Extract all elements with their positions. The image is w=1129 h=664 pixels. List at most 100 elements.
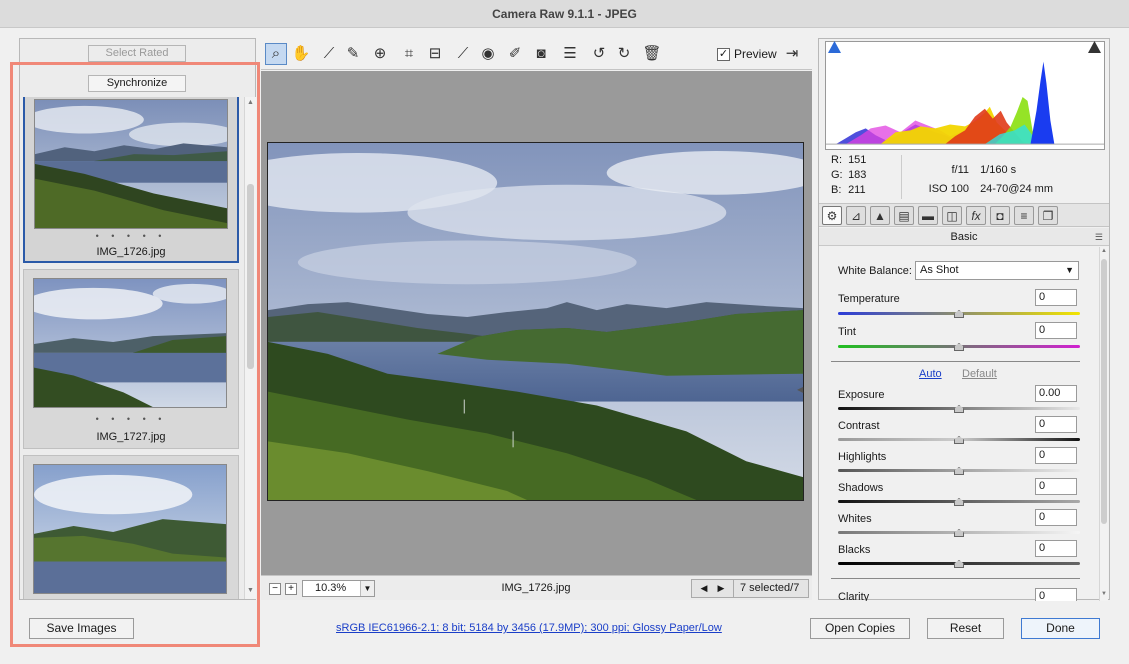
previous-image-icon[interactable]: ◀ — [696, 580, 712, 597]
effects-tab-icon[interactable]: fx — [966, 206, 986, 225]
zoom-in-button[interactable]: + — [285, 583, 297, 595]
thumbnail-filename: IMG_1727.jpg — [96, 431, 166, 443]
lens: 24-70@24 mm — [980, 183, 1053, 195]
reset-button[interactable]: Reset — [927, 618, 1004, 639]
save-images-button[interactable]: Save Images — [29, 618, 134, 639]
aperture: f/11 — [951, 164, 969, 176]
canvas-resize-arrow-icon[interactable]: ◀ — [797, 385, 803, 394]
exposure-input[interactable]: 0.00 — [1035, 385, 1077, 402]
filmstrip-scrollbar[interactable]: ▲ ▼ — [244, 97, 256, 599]
adjustment-brush-icon[interactable]: ✐ — [504, 43, 526, 65]
tone-curve-tab-icon[interactable]: ⊿ — [846, 206, 866, 225]
exif-info: f/11 1/160 s ISO 100 24-70@24 mm — [917, 161, 1053, 199]
zoom-out-button[interactable]: − — [269, 583, 281, 595]
detail-tab-icon[interactable]: ▲ — [870, 206, 890, 225]
current-filename: IMG_1726.jpg — [501, 582, 571, 594]
chevron-down-icon[interactable]: ▼ — [360, 581, 374, 596]
r-value: 151 — [848, 154, 867, 166]
readout-divider — [901, 155, 902, 199]
split-toning-tab-icon[interactable]: ▬ — [918, 206, 938, 225]
blacks-input[interactable]: 0 — [1035, 540, 1077, 557]
target-adjust-icon[interactable]: ⊕ — [369, 43, 391, 65]
rating-stars[interactable]: • • • • • — [24, 414, 238, 424]
iso: ISO 100 — [928, 183, 969, 195]
main-preview-image — [267, 142, 804, 501]
g-label: G: — [831, 169, 843, 181]
clarity-label: Clarity — [838, 591, 870, 601]
scroll-down-arrow-icon[interactable]: ▼ — [1101, 591, 1107, 597]
eyedropper-icon[interactable]: ⟋ — [318, 43, 340, 65]
zoom-icon[interactable]: ⌕ — [265, 43, 287, 65]
blacks-label: Blacks — [838, 544, 871, 556]
next-image-icon[interactable]: ▶ — [713, 580, 729, 597]
scroll-down-arrow-icon[interactable]: ▼ — [247, 587, 254, 594]
tint-input[interactable]: 0 — [1035, 322, 1077, 339]
spot-removal-icon[interactable]: ⟋ — [452, 43, 474, 65]
hsl-tab-icon[interactable]: ▤ — [894, 206, 914, 225]
scrollbar-thumb[interactable] — [247, 184, 254, 369]
status-bar: − + 10.3% ▼ IMG_1726.jpg ◀ ▶ 7 selected/… — [261, 575, 812, 600]
contrast-input[interactable]: 0 — [1035, 416, 1077, 433]
zoom-level-value: 10.3% — [315, 582, 347, 594]
straighten-icon[interactable]: ⊟ — [424, 43, 446, 65]
graduated-filter-icon[interactable]: ◙ — [530, 43, 552, 65]
tool-bar: ⌕ ✋ ⟋ ✎ ⊕ ⌗ ⊟ ⟋ ◉ ✐ ◙ ☰ ↺ ↻ 🗑 ✓ Preview … — [261, 38, 812, 70]
preferences-icon[interactable]: ☰ — [559, 43, 581, 65]
white-balance-value: As Shot — [920, 264, 959, 276]
auto-link[interactable]: Auto — [919, 368, 942, 380]
rotate-left-icon[interactable]: ↺ — [588, 43, 610, 65]
tint-label: Tint — [838, 326, 856, 338]
scrollbar-thumb[interactable] — [1101, 259, 1107, 524]
selected-count: 7 selected/7 — [733, 580, 799, 597]
rgb-readout: R: 151 G: 183 B: 211 — [831, 153, 866, 198]
done-button[interactable]: Done — [1021, 618, 1100, 639]
filmstrip-item-img-1726[interactable]: • • • • • IMG_1726.jpg — [23, 97, 239, 263]
preview-checkbox[interactable]: ✓ — [717, 47, 730, 61]
synchronize-button[interactable]: Synchronize — [88, 75, 186, 92]
panel-menu-icon[interactable]: ☰ — [1095, 228, 1103, 246]
select-rated-button[interactable]: Select Rated — [88, 45, 186, 62]
temperature-label: Temperature — [838, 293, 900, 305]
whites-input[interactable]: 0 — [1035, 509, 1077, 526]
trash-icon[interactable]: 🗑 — [641, 43, 663, 65]
default-link[interactable]: Default — [962, 368, 997, 380]
rotate-right-icon[interactable]: ↻ — [613, 43, 635, 65]
scroll-up-arrow-icon[interactable]: ▲ — [1101, 248, 1107, 254]
camera-calibration-tab-icon[interactable]: ◘ — [990, 206, 1010, 225]
r-label: R: — [831, 154, 842, 166]
scroll-up-arrow-icon[interactable]: ▲ — [247, 99, 254, 106]
panel-scrollbar[interactable]: ▲ ▼ — [1099, 247, 1108, 601]
shadows-input[interactable]: 0 — [1035, 478, 1077, 495]
window-title: Camera Raw 9.1.1 - JPEG — [0, 0, 1129, 28]
snapshots-tab-icon[interactable]: ❐ — [1038, 206, 1058, 225]
red-eye-icon[interactable]: ◉ — [477, 43, 499, 65]
histogram — [825, 41, 1105, 150]
presets-tab-icon[interactable]: ≡ — [1014, 206, 1034, 225]
g-value: 183 — [848, 169, 867, 181]
white-balance-select[interactable]: As Shot ▼ — [915, 261, 1079, 280]
temperature-input[interactable]: 0 — [1035, 289, 1077, 306]
rating-stars[interactable]: • • • • • — [25, 231, 237, 241]
highlights-input[interactable]: 0 — [1035, 447, 1077, 464]
workflow-options-link[interactable]: sRGB IEC61966-2.1; 8 bit; 5184 by 3456 (… — [336, 622, 722, 634]
hand-icon[interactable]: ✋ — [290, 43, 312, 65]
whites-label: Whites — [838, 513, 872, 525]
filmstrip-item-img-1727[interactable]: • • • • • IMG_1727.jpg — [23, 269, 239, 449]
b-label: B: — [831, 184, 842, 196]
open-copies-button[interactable]: Open Copies — [810, 618, 910, 639]
clarity-input[interactable]: 0 — [1035, 588, 1077, 601]
color-sampler-icon[interactable]: ✎ — [342, 43, 364, 65]
contrast-label: Contrast — [838, 420, 880, 432]
chevron-down-icon[interactable]: ▼ — [1065, 262, 1074, 279]
lens-tab-icon[interactable]: ◫ — [942, 206, 962, 225]
crop-icon[interactable]: ⌗ — [398, 43, 420, 65]
basic-panel: White Balance: As Shot ▼ Temperature 0 T… — [819, 247, 1109, 601]
fullscreen-toggle-icon[interactable]: ⇥ — [781, 43, 803, 65]
basic-tab-icon[interactable]: ⚙ — [822, 206, 842, 225]
thumbnail-image — [33, 278, 227, 408]
preview-canvas[interactable]: ◀ — [261, 71, 812, 575]
filmstrip-item-3[interactable] — [23, 455, 239, 599]
preview-toggle[interactable]: ✓ Preview — [717, 46, 777, 62]
zoom-level-select[interactable]: 10.3% ▼ — [302, 580, 375, 597]
panel-tabs: ⚙ ⊿ ▲ ▤ ▬ ◫ fx ◘ ≡ ❐ — [819, 203, 1109, 227]
